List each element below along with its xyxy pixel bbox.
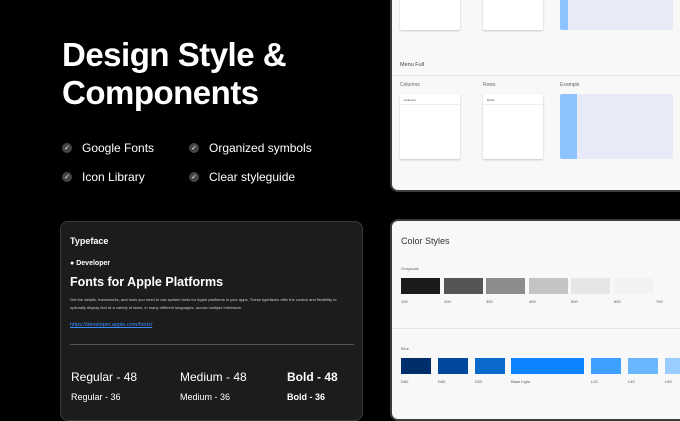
- sample-regular-48: Regular - 48: [71, 370, 138, 384]
- typeface-heading: Typeface: [70, 236, 109, 246]
- apple-logo-icon: ●: [70, 260, 75, 267]
- swatch-300: [486, 278, 525, 294]
- typeface-title: Fonts for Apple Platforms: [70, 275, 224, 289]
- swatch-d60: [401, 358, 431, 374]
- check-icon: ✓: [189, 172, 199, 182]
- swatch-label: 300: [486, 299, 493, 304]
- example-grid: [560, 94, 673, 159]
- swatch-d40: [438, 358, 468, 374]
- check-icon: ✓: [62, 143, 72, 153]
- swatch-l20: [591, 358, 621, 374]
- menu-full-heading: Menu Full: [400, 62, 425, 68]
- swatch-label: 700: [656, 299, 663, 304]
- swatch-label: L60: [665, 379, 672, 384]
- columns-label: Columns: [400, 82, 420, 88]
- columns-select[interactable]: Columns: [404, 98, 416, 102]
- divider: [392, 75, 680, 76]
- example-sidebar: [560, 94, 577, 159]
- rows-select[interactable]: Rows: [487, 98, 495, 102]
- rows-label: Rows: [483, 82, 496, 88]
- swatch-label: 200: [444, 299, 451, 304]
- check-icon: ✓: [189, 143, 199, 153]
- divider: [483, 104, 543, 105]
- feature-icon-library: ✓ Icon Library: [62, 170, 145, 184]
- swatch-label: 500: [571, 299, 578, 304]
- swatch-base-light: [511, 358, 584, 374]
- swatch-600: [614, 278, 653, 294]
- divider: [400, 104, 460, 105]
- swatch-200: [444, 278, 483, 294]
- swatch-label: Base Light: [511, 379, 530, 384]
- rows-card-partial: [483, 0, 543, 30]
- developer-brand: ● Developer: [70, 260, 111, 267]
- swatch-label: D60: [401, 379, 409, 384]
- fonts-link[interactable]: https://developer.apple.com/fonts/: [70, 322, 152, 328]
- swatch-700: [656, 278, 680, 294]
- swatch-label: 100: [401, 299, 408, 304]
- hero-title: Design Style & Components: [62, 36, 287, 111]
- color-styles-panel: Color Styles Grayscale Blue 100 200 300 400…: [390, 219, 680, 421]
- divider: [392, 328, 680, 329]
- swatch-100: [401, 278, 440, 294]
- sample-medium-36: Medium - 36: [180, 392, 231, 402]
- example-partial: [560, 0, 673, 30]
- blue-label: Blue: [401, 346, 410, 351]
- swatch-label: 600: [614, 299, 621, 304]
- feature-google-fonts: ✓ Google Fonts: [62, 141, 154, 155]
- swatch-500: [571, 278, 610, 294]
- swatch-d20: [475, 358, 505, 374]
- swatch-label: D40: [438, 379, 446, 384]
- swatch-label: L40: [628, 379, 635, 384]
- swatch-label: L20: [591, 379, 598, 384]
- sample-bold-36: Bold - 36: [287, 392, 326, 402]
- feature-clear-styleguide: ✓ Clear styleguide: [189, 170, 295, 184]
- grid-panel: Menu Full Columns Rows Example Columns R…: [390, 0, 680, 192]
- swatch-label: 400: [529, 299, 536, 304]
- columns-card: Columns: [400, 94, 460, 159]
- columns-card-partial: [400, 0, 460, 30]
- grayscale-label: Grayscale: [401, 266, 420, 271]
- color-styles-title: Color Styles: [401, 236, 450, 246]
- rows-card: Rows: [483, 94, 543, 159]
- divider: [70, 344, 354, 345]
- typeface-card: Typeface ● Developer Fonts for Apple Plat…: [60, 221, 363, 421]
- swatch-l40: [628, 358, 658, 374]
- sample-medium-48: Medium - 48: [180, 370, 247, 384]
- sample-regular-36: Regular - 36: [71, 392, 121, 402]
- typeface-description: Get the details, frameworks, and tools y…: [70, 297, 337, 310]
- example-label: Example: [560, 82, 580, 88]
- feature-organized-symbols: ✓ Organized symbols: [189, 141, 312, 155]
- sample-bold-48: Bold - 48: [287, 370, 338, 384]
- swatch-400: [529, 278, 568, 294]
- check-icon: ✓: [62, 172, 72, 182]
- swatch-l60: [665, 358, 680, 374]
- swatch-label: D20: [475, 379, 483, 384]
